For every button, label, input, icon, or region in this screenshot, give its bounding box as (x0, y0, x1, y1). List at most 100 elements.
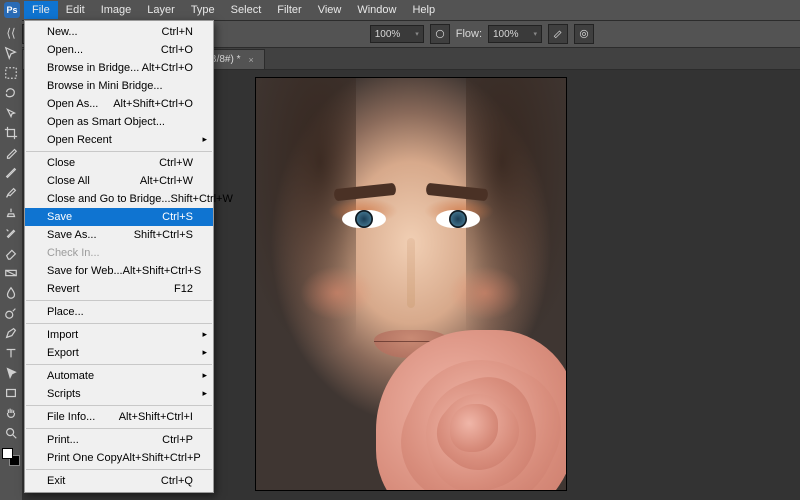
zoom-tool[interactable] (2, 424, 20, 442)
menu-item-close[interactable]: Close Ctrl+W (25, 154, 213, 172)
menu-item-close-and-go-to-bridge[interactable]: Close and Go to Bridge...Shift+Ctrl+W (25, 190, 213, 208)
hand-tool[interactable] (2, 404, 20, 422)
eraser-tool[interactable] (2, 244, 20, 262)
menu-item-shortcut: Ctrl+P (162, 434, 193, 446)
file-menu-dropdown: New...Ctrl+NOpen...Ctrl+OBrowse in Bridg… (24, 20, 214, 493)
history-brush-tool[interactable] (2, 224, 20, 242)
menu-item-save[interactable]: Save Ctrl+S (25, 208, 213, 226)
pen-tool[interactable] (2, 324, 20, 342)
tools-panel: ⟨⟨ (0, 20, 22, 500)
menu-item-scripts[interactable]: Scripts (25, 385, 213, 403)
menu-item-label: Automate (47, 370, 94, 382)
menu-item-open-recent[interactable]: Open Recent (25, 131, 213, 149)
move-tool[interactable] (2, 44, 20, 62)
crop-tool[interactable] (2, 124, 20, 142)
menu-item-shortcut: Alt+Shift+Ctrl+I (119, 411, 193, 423)
eyedropper-tool[interactable] (2, 144, 20, 162)
menu-item-label: Place... (47, 306, 84, 318)
app-logo-icon (4, 2, 20, 18)
menu-image[interactable]: Image (93, 1, 140, 19)
menu-item-label: Revert (47, 283, 79, 295)
menu-item-label: Print One Copy (47, 452, 122, 464)
gradient-tool[interactable] (2, 264, 20, 282)
color-swatches[interactable] (2, 448, 20, 466)
pressure-opacity-toggle[interactable] (430, 24, 450, 44)
clone-stamp-tool[interactable] (2, 204, 20, 222)
menu-item-open[interactable]: Open...Ctrl+O (25, 41, 213, 59)
dodge-tool[interactable] (2, 304, 20, 322)
menu-item-label: Save (47, 211, 72, 223)
menu-item-shortcut: Shift+Ctrl+S (134, 229, 193, 241)
menu-item-shortcut: Alt+Ctrl+W (140, 175, 193, 187)
menu-view[interactable]: View (310, 1, 350, 19)
healing-brush-tool[interactable] (2, 164, 20, 182)
chevron-down-icon: ▾ (415, 30, 419, 38)
menu-item-label: Open as Smart Object... (47, 116, 165, 128)
marquee-tool[interactable] (2, 64, 20, 82)
menu-item-revert[interactable]: RevertF12 (25, 280, 213, 298)
menu-item-label: Exit (47, 475, 65, 487)
menu-item-automate[interactable]: Automate (25, 367, 213, 385)
opacity-value: 100% (375, 29, 401, 40)
menu-window[interactable]: Window (349, 1, 404, 19)
menu-item-label: Save As... (47, 229, 97, 241)
menu-item-shortcut: Shift+Ctrl+W (171, 193, 233, 205)
quick-select-tool[interactable] (2, 104, 20, 122)
lasso-tool[interactable] (2, 84, 20, 102)
menu-item-print-one-copy[interactable]: Print One CopyAlt+Shift+Ctrl+P (25, 449, 213, 467)
menu-item-shortcut: Alt+Shift+Ctrl+P (122, 452, 201, 464)
document-canvas[interactable] (256, 78, 566, 490)
menu-separator (26, 428, 212, 429)
menu-item-shortcut: Ctrl+Q (161, 475, 193, 487)
menu-item-new[interactable]: New...Ctrl+N (25, 23, 213, 41)
menu-item-label: New... (47, 26, 78, 38)
menu-item-shortcut: Ctrl+W (159, 157, 193, 169)
menu-type[interactable]: Type (183, 1, 223, 19)
foreground-color-swatch[interactable] (2, 448, 13, 459)
menu-item-close-all[interactable]: Close AllAlt+Ctrl+W (25, 172, 213, 190)
brush-tool[interactable] (2, 184, 20, 202)
menu-item-save-as[interactable]: Save As... Shift+Ctrl+S (25, 226, 213, 244)
menu-filter[interactable]: Filter (269, 1, 309, 19)
menu-item-label: Browse in Mini Bridge... (47, 80, 163, 92)
menu-item-file-info[interactable]: File Info...Alt+Shift+Ctrl+I (25, 408, 213, 426)
menu-item-label: Print... (47, 434, 79, 446)
menu-item-print[interactable]: Print... Ctrl+P (25, 431, 213, 449)
menu-item-exit[interactable]: Exit Ctrl+Q (25, 472, 213, 490)
menu-item-browse-in-mini-bridge[interactable]: Browse in Mini Bridge... (25, 77, 213, 95)
menu-item-label: Open Recent (47, 134, 112, 146)
menu-item-open-as-smart-object[interactable]: Open as Smart Object... (25, 113, 213, 131)
menu-help[interactable]: Help (404, 1, 443, 19)
menu-item-shortcut: Alt+Shift+Ctrl+S (123, 265, 202, 277)
menu-select[interactable]: Select (223, 1, 270, 19)
menu-item-shortcut: Alt+Shift+Ctrl+O (113, 98, 193, 110)
menu-edit[interactable]: Edit (58, 1, 93, 19)
menu-item-label: Save for Web... (47, 265, 123, 277)
chevron-down-icon: ▾ (533, 30, 537, 38)
path-select-tool[interactable] (2, 364, 20, 382)
menu-item-shortcut: Ctrl+S (162, 211, 193, 223)
pressure-size-toggle[interactable] (574, 24, 594, 44)
menu-item-import[interactable]: Import (25, 326, 213, 344)
menu-item-shortcut: Alt+Ctrl+O (142, 62, 193, 74)
menu-item-label: Close (47, 157, 75, 169)
menu-item-label: Import (47, 329, 78, 341)
type-tool[interactable] (2, 344, 20, 362)
menu-item-browse-in-bridge[interactable]: Browse in Bridge...Alt+Ctrl+O (25, 59, 213, 77)
flow-field[interactable]: 100%▾ (488, 25, 542, 43)
opacity-field[interactable]: 100% ▾ (370, 25, 424, 43)
menu-item-open-as[interactable]: Open As... Alt+Shift+Ctrl+O (25, 95, 213, 113)
menu-item-place[interactable]: Place... (25, 303, 213, 321)
menu-item-export[interactable]: Export (25, 344, 213, 362)
menu-item-label: Open As... (47, 98, 98, 110)
rectangle-tool[interactable] (2, 384, 20, 402)
airbrush-toggle[interactable] (548, 24, 568, 44)
menu-separator (26, 364, 212, 365)
menu-separator (26, 469, 212, 470)
menu-layer[interactable]: Layer (139, 1, 183, 19)
blur-tool[interactable] (2, 284, 20, 302)
close-tab-icon[interactable]: × (248, 55, 253, 65)
menu-file[interactable]: File (24, 1, 58, 19)
menu-item-save-for-web[interactable]: Save for Web...Alt+Shift+Ctrl+S (25, 262, 213, 280)
collapse-toolbar-icon[interactable]: ⟨⟨ (2, 24, 20, 42)
